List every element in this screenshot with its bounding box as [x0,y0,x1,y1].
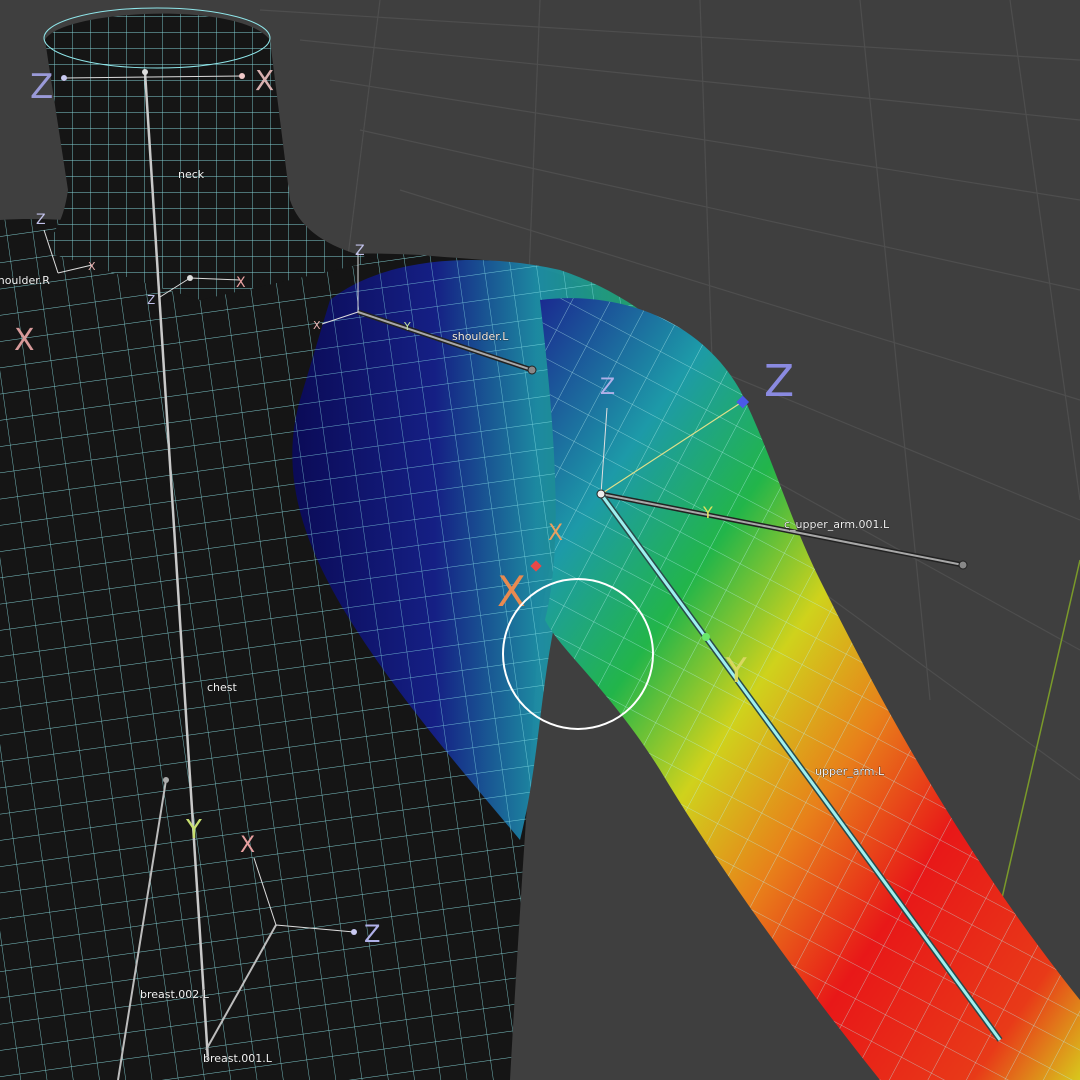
bone-head-icon[interactable] [596,489,606,499]
axis-x-label: X [240,833,255,858]
axis-x-label: X [236,275,246,291]
viewport-canvas[interactable]: Z X Z X X Z X Z X Y Z Z X X Y Y Y X Z ne… [0,0,1080,1080]
axis-x-label: X [88,260,96,273]
axis-z-label: Z [364,920,380,948]
axis-x-label: X [313,319,321,332]
axis-z-label: Z [36,212,46,228]
axis-y-label: Y [185,815,202,845]
bone-label-chest: chest [207,681,238,694]
axis-x-label: X [548,521,563,546]
axis-z-label: Z [764,356,794,407]
neck-mesh[interactable] [40,7,380,301]
bone-label-shoulder-r: shoulder.R [0,274,50,287]
bone-label-shoulder-l: shoulder.L [452,330,509,343]
upper-arm-mesh[interactable] [540,298,1080,1080]
axis-y-label: Y [725,651,747,691]
axis-z-label: Z [147,293,155,307]
bone-label-breast-002: breast.002.L [140,988,210,1001]
bone-tail-icon[interactable] [527,365,537,375]
axis-x-label: X [255,64,274,97]
axis-x-label: X [497,567,526,616]
axis-y-label: Y [403,320,411,333]
bone-tail-icon[interactable] [958,560,968,570]
bone-label-neck: neck [178,168,205,181]
bone-label-upper-arm: upper_arm.L [815,765,885,778]
axis-z-label: Z [30,67,53,107]
bone-label-breast-001: breast.001.L [203,1052,273,1065]
3d-viewport[interactable]: Z X Z X X Z X Z X Y Z Z X X Y Y Y X Z ne… [0,0,1080,1080]
bone-label-c-upper-arm: c_upper_arm.001.L [784,518,890,531]
axis-y-label: Y [702,503,713,522]
axis-z-label: Z [600,375,615,400]
axis-x-label: X [14,323,35,358]
axis-z-label: Z [355,243,365,259]
